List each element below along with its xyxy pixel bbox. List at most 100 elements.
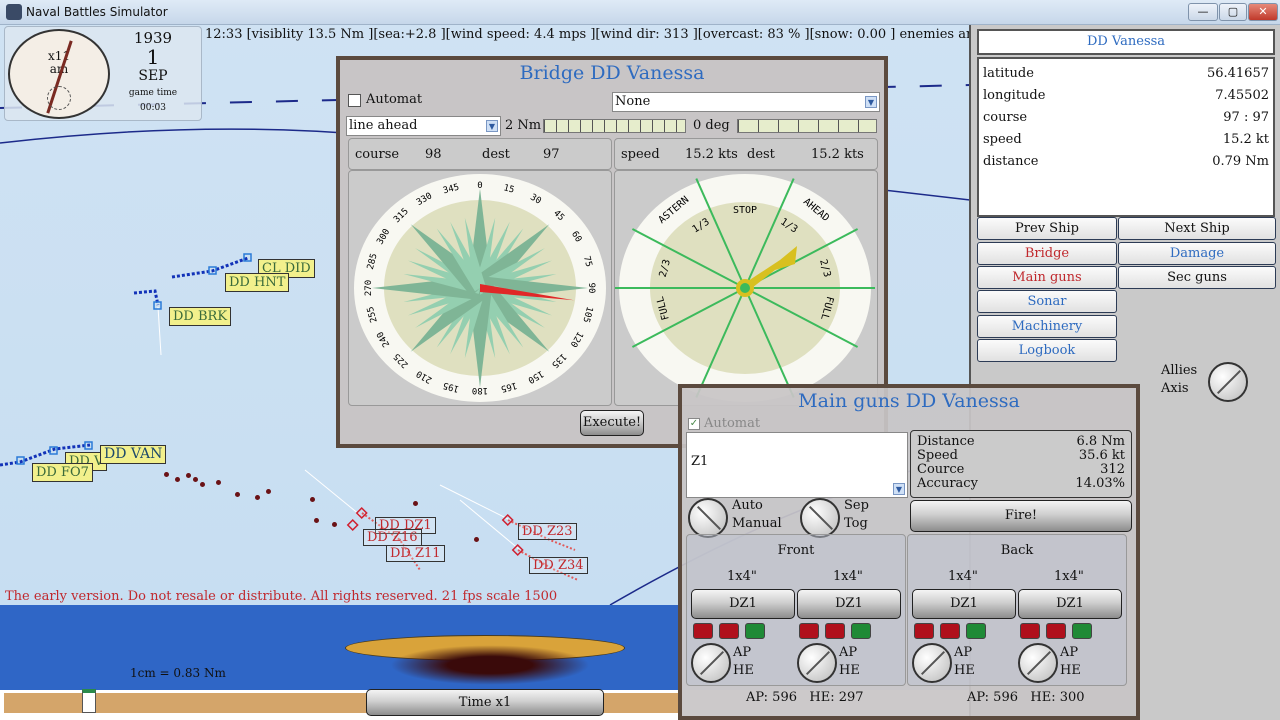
selected-ship-name: DD Vanessa [977,29,1275,55]
time-slider-handle[interactable] [82,689,96,713]
fire-button[interactable]: Fire! [910,500,1132,532]
speed-value: 15.2 kts [685,147,738,162]
enemy-label[interactable]: DD Z11 [386,545,445,562]
bridge-title: Bridge DD Vanessa [519,62,705,84]
minimize-button[interactable]: — [1188,3,1218,21]
turret-caliber: 1x4" [948,569,978,584]
ammo-ap-label: AP [1060,645,1079,660]
turret-target-button[interactable]: DZ1 [912,589,1016,619]
shell-splash [216,480,221,485]
auto-label: Auto [732,498,763,513]
enemy-ship-marker[interactable] [501,513,514,527]
turret-target-button[interactable]: DZ1 [1018,589,1122,619]
ship-label-selected[interactable]: DD VAN [100,445,167,464]
prev-ship-button[interactable]: Prev Ship [977,217,1117,240]
course-value: 98 [425,147,442,162]
speed-field: speed 15.2 kts dest 15.2 kts [614,138,878,170]
bridge-button[interactable]: Bridge [977,242,1117,265]
target-info-label: Distance [917,434,975,449]
wake-line [304,469,361,516]
target-info-row: Distance 6.8 Nm [917,435,1125,449]
shell-splash [266,489,271,494]
ammo-ap-label: AP [733,645,752,660]
enemy-label[interactable]: DD Z16 [363,529,422,546]
shell-splash [175,477,180,482]
sonar-button[interactable]: Sonar [977,290,1117,313]
chevron-down-icon[interactable]: ▼ [486,120,498,132]
status-lamp-red [940,623,960,639]
damage-button[interactable]: Damage [1118,242,1276,265]
ship-info-box: latitude 56.41657 longitude 7.45502 course… [977,57,1275,217]
shell-splash [200,482,205,487]
enemy-ship-marker[interactable] [511,543,524,557]
ammo-type-knob[interactable] [912,643,952,683]
speed-dest-value: 15.2 kts [811,147,864,162]
chevron-down-icon[interactable]: ▼ [865,96,877,108]
enemy-label[interactable]: DD Z34 [529,557,588,574]
execute-button[interactable]: Execute! [580,410,644,436]
window-title: Naval Battles Simulator [26,5,168,19]
app-icon [6,4,22,20]
info-label: course [983,110,1028,125]
formation-select[interactable]: line ahead ▼ [346,116,501,136]
shell-splash [314,518,319,523]
course-label: course [355,147,400,162]
ammo-he-label: HE [839,663,860,678]
game-time: 00:03 [140,103,166,113]
distance-slider[interactable] [543,119,686,133]
gun-target-select[interactable]: Z1 ▼ [686,432,908,498]
target-info-label: Cource [917,462,965,477]
target-info-row: Cource 312 [917,463,1125,477]
auto-manual-knob[interactable] [688,498,728,538]
wake-line [157,306,162,356]
next-ship-button[interactable]: Next Ship [1118,217,1276,240]
shell-splash [164,472,169,477]
angle-slider[interactable] [737,119,877,133]
target-info-row: Accuracy 14.03% [917,477,1125,491]
maximize-button[interactable]: ▢ [1219,3,1247,21]
ship-label[interactable]: DD HNT [225,273,290,292]
wake-line [459,499,521,551]
ship-label[interactable]: DD BRK [169,307,232,326]
time-button[interactable]: Time x1 [366,689,604,716]
enemy-ship-marker[interactable] [346,518,359,532]
engine-telegraph[interactable]: STOP AHEADASTERN 1/31/32/32/3FULLFULL [615,171,877,405]
sec-guns-button[interactable]: Sec guns [1118,266,1276,289]
machinery-button[interactable]: Machinery [977,315,1117,338]
status-lamp-red [914,623,934,639]
status-lamp-green [1072,623,1092,639]
shell-splash [193,477,198,482]
axis-label: Axis [1161,381,1189,396]
info-label: distance [983,154,1039,169]
shell-splash [310,497,315,502]
smoke [390,645,590,685]
automat-checkbox[interactable]: ✓ [688,418,700,430]
target-select[interactable]: None ▼ [612,92,880,112]
logbook-button[interactable]: Logbook [977,339,1117,362]
ammo-ap-label: AP [839,645,858,660]
compass[interactable]: 0 153045607590105120135150165180195210225… [349,171,611,405]
clock-speed: x11 [47,49,71,63]
sep-tog-knob[interactable] [800,498,840,538]
course-field: course 98 dest 97 [348,138,612,170]
wake-line [439,484,511,521]
ammo-type-knob[interactable] [1018,643,1058,683]
speed-label: speed [621,147,660,162]
gun-group-front: Front 1x4" DZ1 AP HE 1x4" DZ1 AP HE [686,534,906,686]
close-button[interactable]: ✕ [1248,3,1278,21]
info-row: speed 15.2 kt [983,129,1269,151]
enemy-label[interactable]: DD Z23 [518,523,577,540]
own-ship-marker[interactable] [153,301,162,310]
main-guns-button[interactable]: Main guns [977,266,1117,289]
ship-label[interactable]: DD FO7 [32,463,93,482]
turret-target-button[interactable]: DZ1 [797,589,901,619]
ammo-type-knob[interactable] [691,643,731,683]
info-label: latitude [983,66,1034,81]
side-toggle-knob[interactable] [1208,362,1248,402]
speed-dest-label: dest [747,147,775,162]
turret-target-button[interactable]: DZ1 [691,589,795,619]
automat-checkbox[interactable] [348,94,361,107]
clock-panel: x11 am 1939 1 SEP game time 00:03 [4,26,202,121]
chevron-down-icon[interactable]: ▼ [893,483,905,495]
ammo-type-knob[interactable] [797,643,837,683]
